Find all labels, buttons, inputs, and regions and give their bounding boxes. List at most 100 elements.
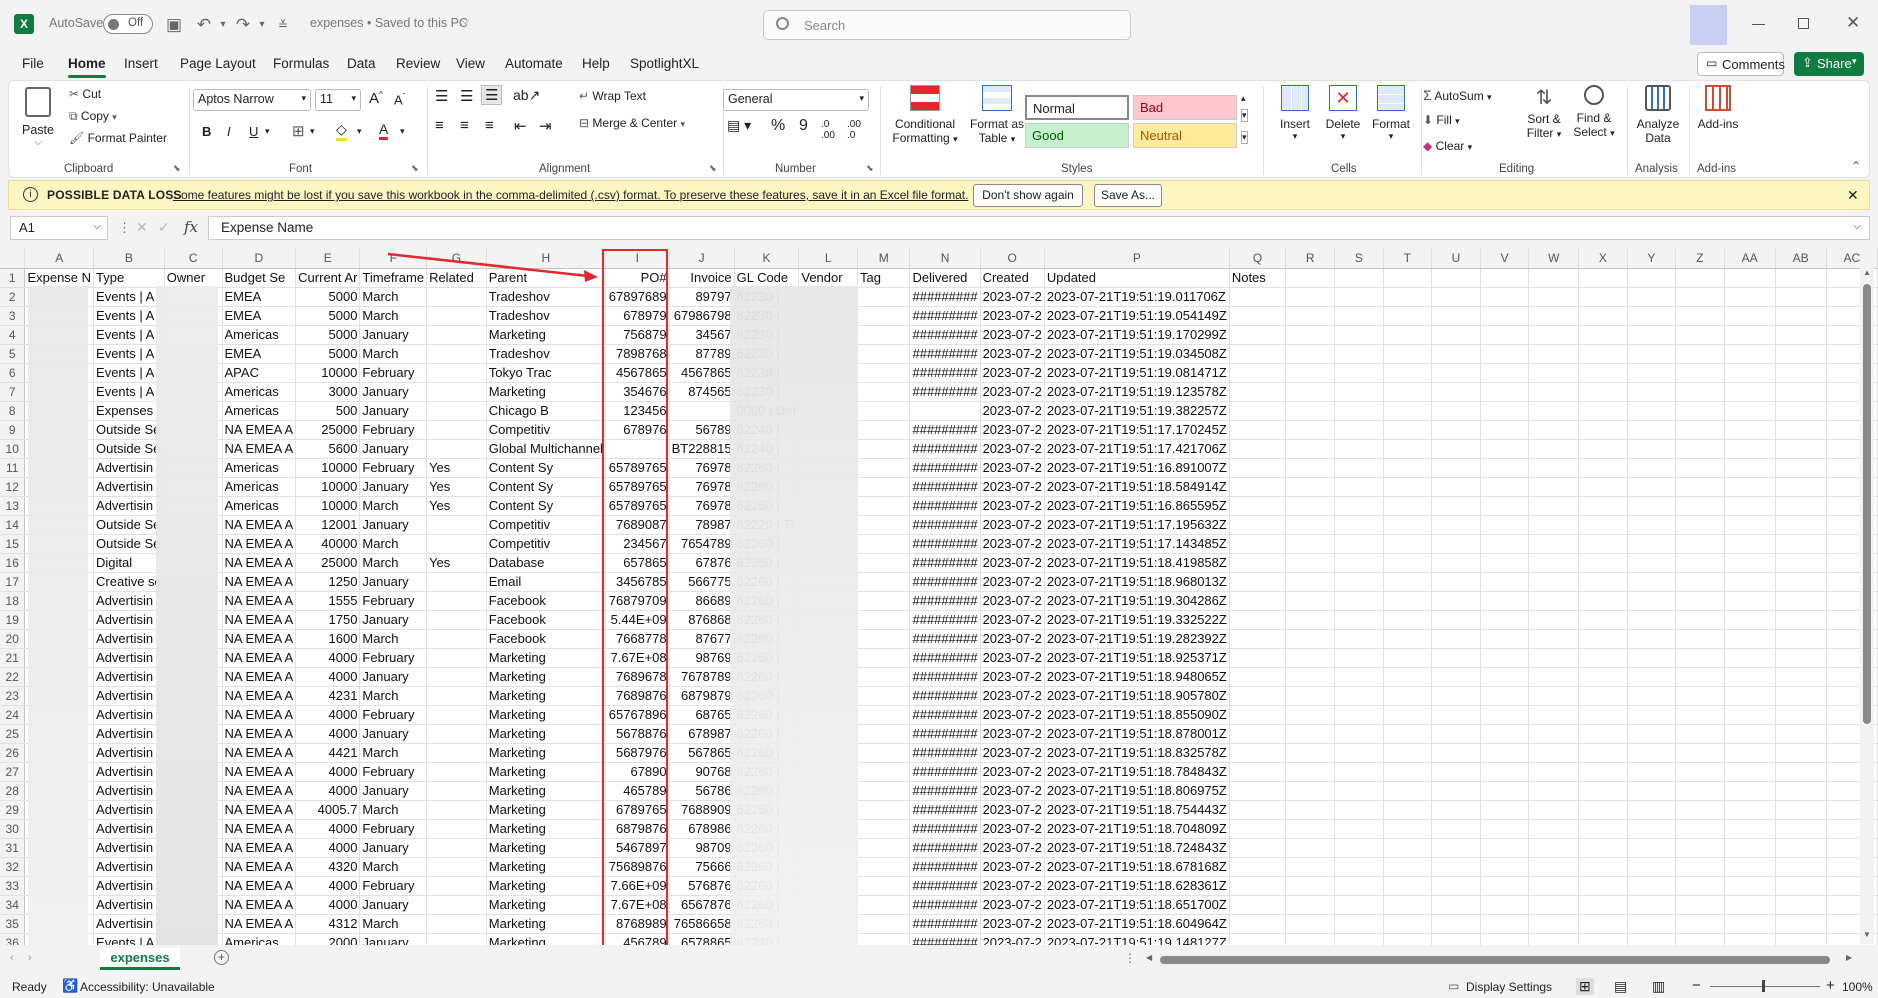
cell[interactable]: #########	[909, 439, 981, 459]
cell[interactable]	[1627, 705, 1677, 725]
column-header[interactable]: K	[734, 248, 800, 269]
cell[interactable]: Americas	[222, 325, 297, 345]
cell[interactable]	[1627, 325, 1677, 345]
cell[interactable]: 7654789	[669, 534, 735, 554]
cell[interactable]: Marketing	[486, 876, 606, 896]
cell[interactable]	[1775, 401, 1827, 421]
cell[interactable]: March	[359, 914, 428, 934]
column-header[interactable]: A	[24, 248, 95, 269]
cell[interactable]	[1724, 648, 1776, 668]
cell[interactable]: Expenses	[93, 401, 165, 421]
cell[interactable]: February	[359, 819, 428, 839]
cell[interactable]: 2023-07-21T19:51:18.968013Z	[1044, 572, 1230, 592]
cell[interactable]	[1383, 325, 1433, 345]
cell[interactable]: NA EMEA A	[222, 895, 297, 915]
cell[interactable]	[1528, 724, 1580, 744]
cell[interactable]	[1285, 800, 1336, 820]
cell[interactable]: February	[359, 762, 428, 782]
cell[interactable]	[1775, 667, 1827, 687]
cell[interactable]	[1528, 762, 1580, 782]
cell[interactable]	[1285, 534, 1336, 554]
cell[interactable]: Events | A	[93, 344, 165, 364]
cell[interactable]	[1383, 420, 1433, 440]
cell[interactable]: 4000	[295, 705, 361, 725]
cell[interactable]: January	[359, 667, 428, 687]
cell[interactable]	[857, 914, 911, 934]
cell[interactable]	[1431, 857, 1481, 877]
cell[interactable]: 4000	[295, 724, 361, 744]
cell[interactable]	[1528, 515, 1580, 535]
cell[interactable]: 2023-07-21T19:51:17.143485Z	[1044, 534, 1230, 554]
document-title[interactable]: expenses • Saved to this PC	[310, 16, 468, 30]
cell[interactable]	[1383, 382, 1433, 402]
cell[interactable]	[1383, 914, 1433, 934]
cell[interactable]	[1627, 306, 1677, 326]
horizontal-scroll-thumb[interactable]	[1160, 956, 1830, 964]
cell[interactable]	[857, 838, 911, 858]
decrease-decimal-icon[interactable]: .00.0	[847, 119, 861, 141]
cell[interactable]: 6567876	[669, 895, 735, 915]
cell[interactable]: March	[359, 553, 428, 573]
cell[interactable]	[1431, 363, 1481, 383]
cell[interactable]	[1383, 705, 1433, 725]
cell[interactable]	[1334, 458, 1384, 478]
add-sheet-icon[interactable]: +	[214, 950, 229, 965]
cell[interactable]	[1334, 610, 1384, 630]
cell[interactable]: January	[359, 781, 428, 801]
cell[interactable]	[1627, 534, 1677, 554]
cell[interactable]	[1675, 933, 1725, 945]
cell[interactable]: Budget Se	[222, 268, 297, 288]
cell[interactable]	[1285, 458, 1336, 478]
cell[interactable]: 4320	[295, 857, 361, 877]
cell[interactable]	[1627, 572, 1677, 592]
number-launcher-icon[interactable]: ⬊	[866, 163, 874, 174]
cell[interactable]	[1675, 287, 1725, 307]
cell[interactable]	[1578, 857, 1628, 877]
cell[interactable]	[1431, 458, 1481, 478]
cell[interactable]: 2023-07-21T19:51:19.304286Z	[1044, 591, 1230, 611]
tab-split-icon[interactable]: ⋮	[1124, 951, 1136, 965]
cell[interactable]	[1431, 610, 1481, 630]
cell[interactable]	[1480, 477, 1530, 497]
cell[interactable]	[1724, 686, 1776, 706]
menu-file[interactable]: File	[22, 56, 44, 71]
cell[interactable]: Yes	[426, 553, 487, 573]
cell[interactable]: Advertisin	[93, 857, 165, 877]
cell[interactable]	[1775, 553, 1827, 573]
cell[interactable]	[1775, 705, 1827, 725]
cell[interactable]	[857, 705, 911, 725]
cell[interactable]: Expense N	[24, 268, 95, 288]
format-cells-button[interactable]: Format ▾	[1369, 85, 1413, 142]
cell[interactable]: Digital	[93, 553, 165, 573]
cell[interactable]	[1578, 287, 1628, 307]
cell[interactable]	[1383, 496, 1433, 516]
cell[interactable]: 2023-07-2	[980, 382, 1045, 402]
cell[interactable]	[1334, 287, 1384, 307]
row-header[interactable]: 29	[0, 800, 26, 820]
cell[interactable]	[1528, 743, 1580, 763]
borders-icon[interactable]: ⊞	[292, 122, 305, 140]
font-launcher-icon[interactable]: ⬊	[411, 163, 419, 174]
cell[interactable]	[1480, 914, 1530, 934]
cell[interactable]	[1627, 914, 1677, 934]
cell[interactable]	[1285, 572, 1336, 592]
cell[interactable]	[1229, 325, 1287, 345]
cell[interactable]: 2023-07-2	[980, 401, 1045, 421]
cell[interactable]	[1675, 895, 1725, 915]
zoom-slider[interactable]	[1710, 980, 1820, 992]
column-header[interactable]: Q	[1229, 248, 1287, 269]
cell[interactable]	[1775, 895, 1827, 915]
cell[interactable]	[1431, 401, 1481, 421]
cell[interactable]	[1285, 743, 1336, 763]
cell[interactable]: Yes	[426, 496, 487, 516]
cell[interactable]	[1431, 420, 1481, 440]
cell[interactable]: 4000	[295, 819, 361, 839]
cell[interactable]: 2023-07-21T19:51:19.081471Z	[1044, 363, 1230, 383]
cell[interactable]	[1383, 401, 1433, 421]
cell[interactable]: 2023-07-2	[980, 477, 1045, 497]
cell[interactable]	[1480, 724, 1530, 744]
cell[interactable]: NA EMEA A	[222, 800, 297, 820]
cell[interactable]: 98769	[669, 648, 735, 668]
cell[interactable]	[426, 287, 487, 307]
cell[interactable]: NA EMEA A	[222, 724, 297, 744]
